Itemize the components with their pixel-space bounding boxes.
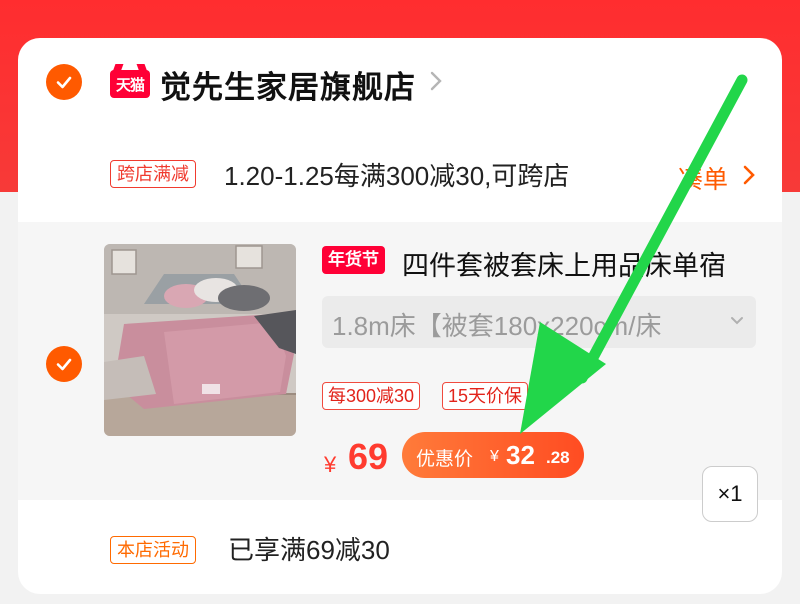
discount-price-integer: 32 bbox=[506, 440, 535, 470]
shop-name[interactable]: 觉先生家居旗舰店 bbox=[160, 62, 416, 107]
quantity-stepper[interactable]: ×1 bbox=[702, 466, 758, 522]
chevron-right-icon[interactable] bbox=[742, 164, 756, 186]
checkmark-icon bbox=[56, 358, 72, 371]
new-year-festival-badge: 年货节 bbox=[322, 246, 385, 274]
product-thumbnail[interactable] bbox=[104, 244, 296, 436]
cross-store-promo-text: 1.20-1.25每满300减30,可跨店 bbox=[224, 161, 570, 191]
store-activity-tag: 本店活动 bbox=[110, 536, 196, 564]
tmall-logo: 天猫 bbox=[110, 70, 150, 98]
store-activity-text: 已享满69减30 bbox=[228, 535, 390, 565]
discount-price-decimal: .28 bbox=[546, 448, 570, 467]
shop-select-checkbox[interactable] bbox=[46, 64, 82, 100]
item-select-checkbox[interactable] bbox=[46, 346, 82, 382]
chevron-right-icon[interactable] bbox=[428, 70, 444, 92]
checkmark-icon bbox=[56, 76, 72, 89]
cross-store-tag: 跨店满减 bbox=[110, 160, 196, 188]
discount-label: 优惠价 bbox=[416, 449, 474, 470]
chevron-down-icon bbox=[731, 317, 743, 325]
promo-tag: 每300减30 bbox=[322, 382, 421, 410]
shop-header[interactable]: 天猫 觉先生家居旗舰店 bbox=[18, 38, 782, 128]
product-title[interactable]: 四件套被套床上用品床单宿 bbox=[402, 244, 726, 283]
cart-item: 年货节 四件套被套床上用品床单宿 1.8m床【被套180x220cm/床 每30… bbox=[18, 222, 782, 500]
bedding-image bbox=[104, 244, 296, 436]
promo-tag: 15天价保 bbox=[442, 382, 529, 410]
coudan-link[interactable]: 凑单 bbox=[678, 160, 728, 196]
discount-currency: ¥ bbox=[490, 448, 499, 465]
price-currency: ¥ bbox=[324, 452, 337, 477]
cart-shop-card: 天猫 觉先生家居旗舰店 跨店满减 1.20-1.25每满300减30,可跨店 凑… bbox=[18, 38, 782, 594]
original-price: 69 bbox=[348, 436, 389, 477]
discount-price-pill[interactable]: 优惠价 ¥ 32 .28 bbox=[402, 432, 584, 478]
sku-selector[interactable]: 1.8m床【被套180x220cm/床 bbox=[322, 296, 756, 348]
sku-text: 1.8m床【被套180x220cm/床 bbox=[332, 311, 662, 341]
